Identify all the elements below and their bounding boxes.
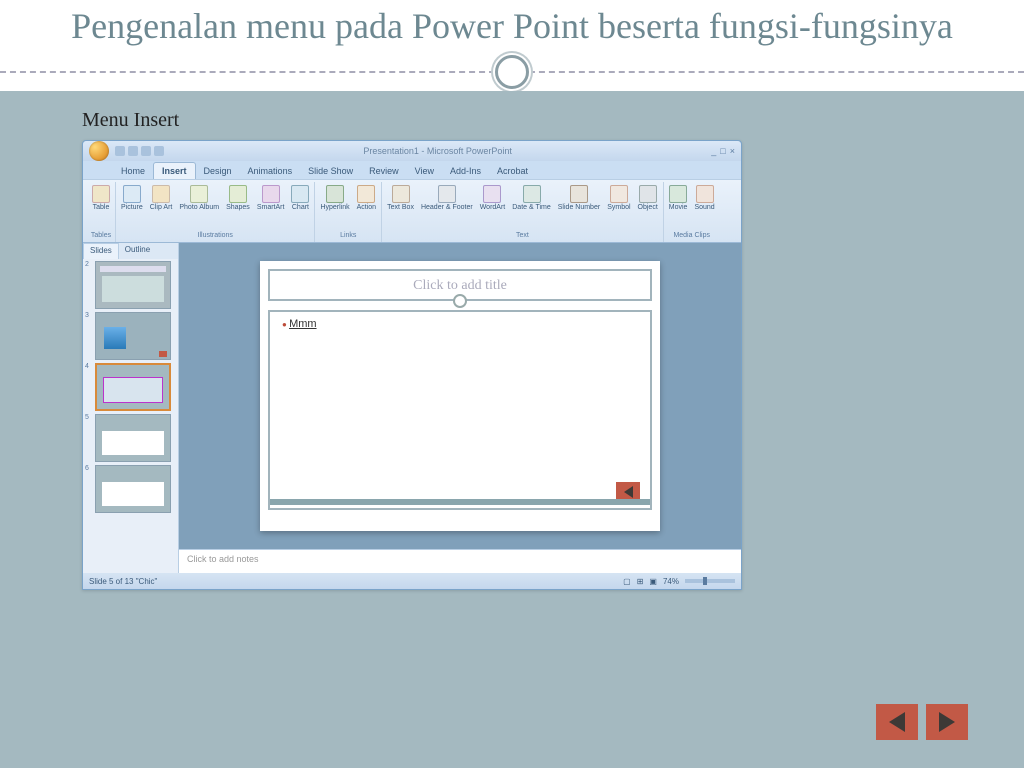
view-sorter-icon[interactable]: ⊞: [637, 577, 644, 586]
ribbon-btn-chart[interactable]: Chart: [289, 184, 311, 212]
ribbon-btn-sound[interactable]: Sound: [692, 184, 716, 212]
powerpoint-window: Presentation1 - Microsoft PowerPoint _□×…: [82, 140, 742, 590]
nav-next-button[interactable]: [926, 704, 968, 740]
ribbon-btn-object[interactable]: Object: [636, 184, 660, 212]
ribbon: TableTablesPictureClip ArtPhoto AlbumSha…: [83, 179, 741, 243]
photo-album-icon: [190, 185, 208, 203]
ribbon-btn-table[interactable]: Table: [90, 184, 112, 212]
symbol-icon: [610, 185, 628, 203]
ribbon-tab-review[interactable]: Review: [361, 163, 407, 179]
status-bar: Slide 5 of 13 "Chic" ▢ ⊞ ▣ 74%: [83, 573, 741, 589]
shapes-icon: [229, 185, 247, 203]
thumb-tab-outline[interactable]: Outline: [119, 243, 156, 259]
view-slideshow-icon[interactable]: ▣: [649, 577, 657, 586]
ribbon-group-illustrations: PictureClip ArtPhoto AlbumShapesSmartArt…: [116, 182, 315, 242]
ribbon-btn-header-footer[interactable]: Header & Footer: [419, 184, 475, 212]
page-title: Pengenalan menu pada Power Point beserta…: [40, 6, 984, 47]
sound-icon: [696, 185, 714, 203]
section-label: Menu Insert: [82, 109, 972, 132]
ribbon-tab-add-ins[interactable]: Add-Ins: [442, 163, 489, 179]
notes-pane[interactable]: Click to add notes: [179, 549, 741, 573]
ribbon-tab-home[interactable]: Home: [113, 163, 153, 179]
nav-prev-button[interactable]: [876, 704, 918, 740]
ribbon-group-tables: TableTables: [87, 182, 116, 242]
ribbon-btn-picture[interactable]: Picture: [119, 184, 145, 212]
current-slide[interactable]: Click to add title Mmm: [260, 261, 660, 531]
date-time-icon: [523, 185, 541, 203]
ribbon-btn-date-time[interactable]: Date & Time: [510, 184, 553, 212]
slide-thumbnail[interactable]: 5: [85, 414, 176, 462]
wordart-icon: [483, 185, 501, 203]
view-normal-icon[interactable]: ▢: [623, 577, 631, 586]
slide-thumbnail[interactable]: 3: [85, 312, 176, 360]
ribbon-btn-hyperlink[interactable]: Hyperlink: [318, 184, 351, 212]
ribbon-btn-clip-art[interactable]: Clip Art: [148, 184, 175, 212]
ribbon-btn-shapes[interactable]: Shapes: [224, 184, 252, 212]
movie-icon: [669, 185, 687, 203]
text-box-icon: [392, 185, 410, 203]
clip-art-icon: [152, 185, 170, 203]
quick-access-toolbar[interactable]: [115, 146, 164, 156]
slide-number-icon: [570, 185, 588, 203]
ribbon-btn-slide-number[interactable]: Slide Number: [556, 184, 602, 212]
ribbon-tab-insert[interactable]: Insert: [153, 162, 196, 179]
pp-window-title: Presentation1 - Microsoft PowerPoint: [164, 146, 711, 156]
ribbon-group-text: Text BoxHeader & FooterWordArtDate & Tim…: [382, 182, 664, 242]
slide-body-placeholder[interactable]: Mmm: [268, 310, 652, 510]
action-icon: [357, 185, 375, 203]
slide-thumbnail[interactable]: 2: [85, 261, 176, 309]
ribbon-btn-symbol[interactable]: Symbol: [605, 184, 632, 212]
ribbon-btn-action[interactable]: Action: [355, 184, 378, 212]
office-button-icon[interactable]: [89, 141, 109, 161]
zoom-slider[interactable]: [685, 579, 735, 583]
picture-icon: [123, 185, 141, 203]
ribbon-group-media-clips: MovieSoundMedia Clips: [664, 182, 720, 242]
ribbon-btn-wordart[interactable]: WordArt: [478, 184, 508, 212]
smartart-icon: [262, 185, 280, 203]
title-divider: [0, 51, 1024, 91]
ribbon-btn-photo-album[interactable]: Photo Album: [177, 184, 221, 212]
ribbon-btn-text-box[interactable]: Text Box: [385, 184, 416, 212]
ribbon-tab-acrobat[interactable]: Acrobat: [489, 163, 536, 179]
ribbon-tab-design[interactable]: Design: [196, 163, 240, 179]
table-icon: [92, 185, 110, 203]
pp-titlebar: Presentation1 - Microsoft PowerPoint _□×: [83, 141, 741, 161]
status-slide-info: Slide 5 of 13 "Chic": [89, 577, 157, 586]
window-controls[interactable]: _□×: [711, 146, 735, 156]
ribbon-tab-slide-show[interactable]: Slide Show: [300, 163, 361, 179]
object-icon: [639, 185, 657, 203]
ribbon-tab-view[interactable]: View: [407, 163, 442, 179]
slide-thumbnail[interactable]: 6: [85, 465, 176, 513]
circle-ornament-icon: [495, 55, 529, 89]
circle-ornament-icon: [453, 294, 467, 308]
slide-thumbnail-pane: Slides Outline 23456: [83, 243, 179, 573]
zoom-percent[interactable]: 74%: [663, 577, 679, 586]
chart-icon: [291, 185, 309, 203]
ribbon-tab-animations[interactable]: Animations: [240, 163, 301, 179]
ribbon-tabs: HomeInsertDesignAnimationsSlide ShowRevi…: [83, 161, 741, 179]
ribbon-btn-movie[interactable]: Movie: [667, 184, 690, 212]
ribbon-btn-smartart[interactable]: SmartArt: [255, 184, 287, 212]
slide-thumbnail[interactable]: 4: [85, 363, 176, 411]
header-footer-icon: [438, 185, 456, 203]
slide-canvas: Click to add title Mmm Click to add note…: [179, 243, 741, 573]
thumb-tab-slides[interactable]: Slides: [83, 243, 119, 259]
ribbon-group-links: HyperlinkActionLinks: [315, 182, 382, 242]
hyperlink-icon: [326, 185, 344, 203]
